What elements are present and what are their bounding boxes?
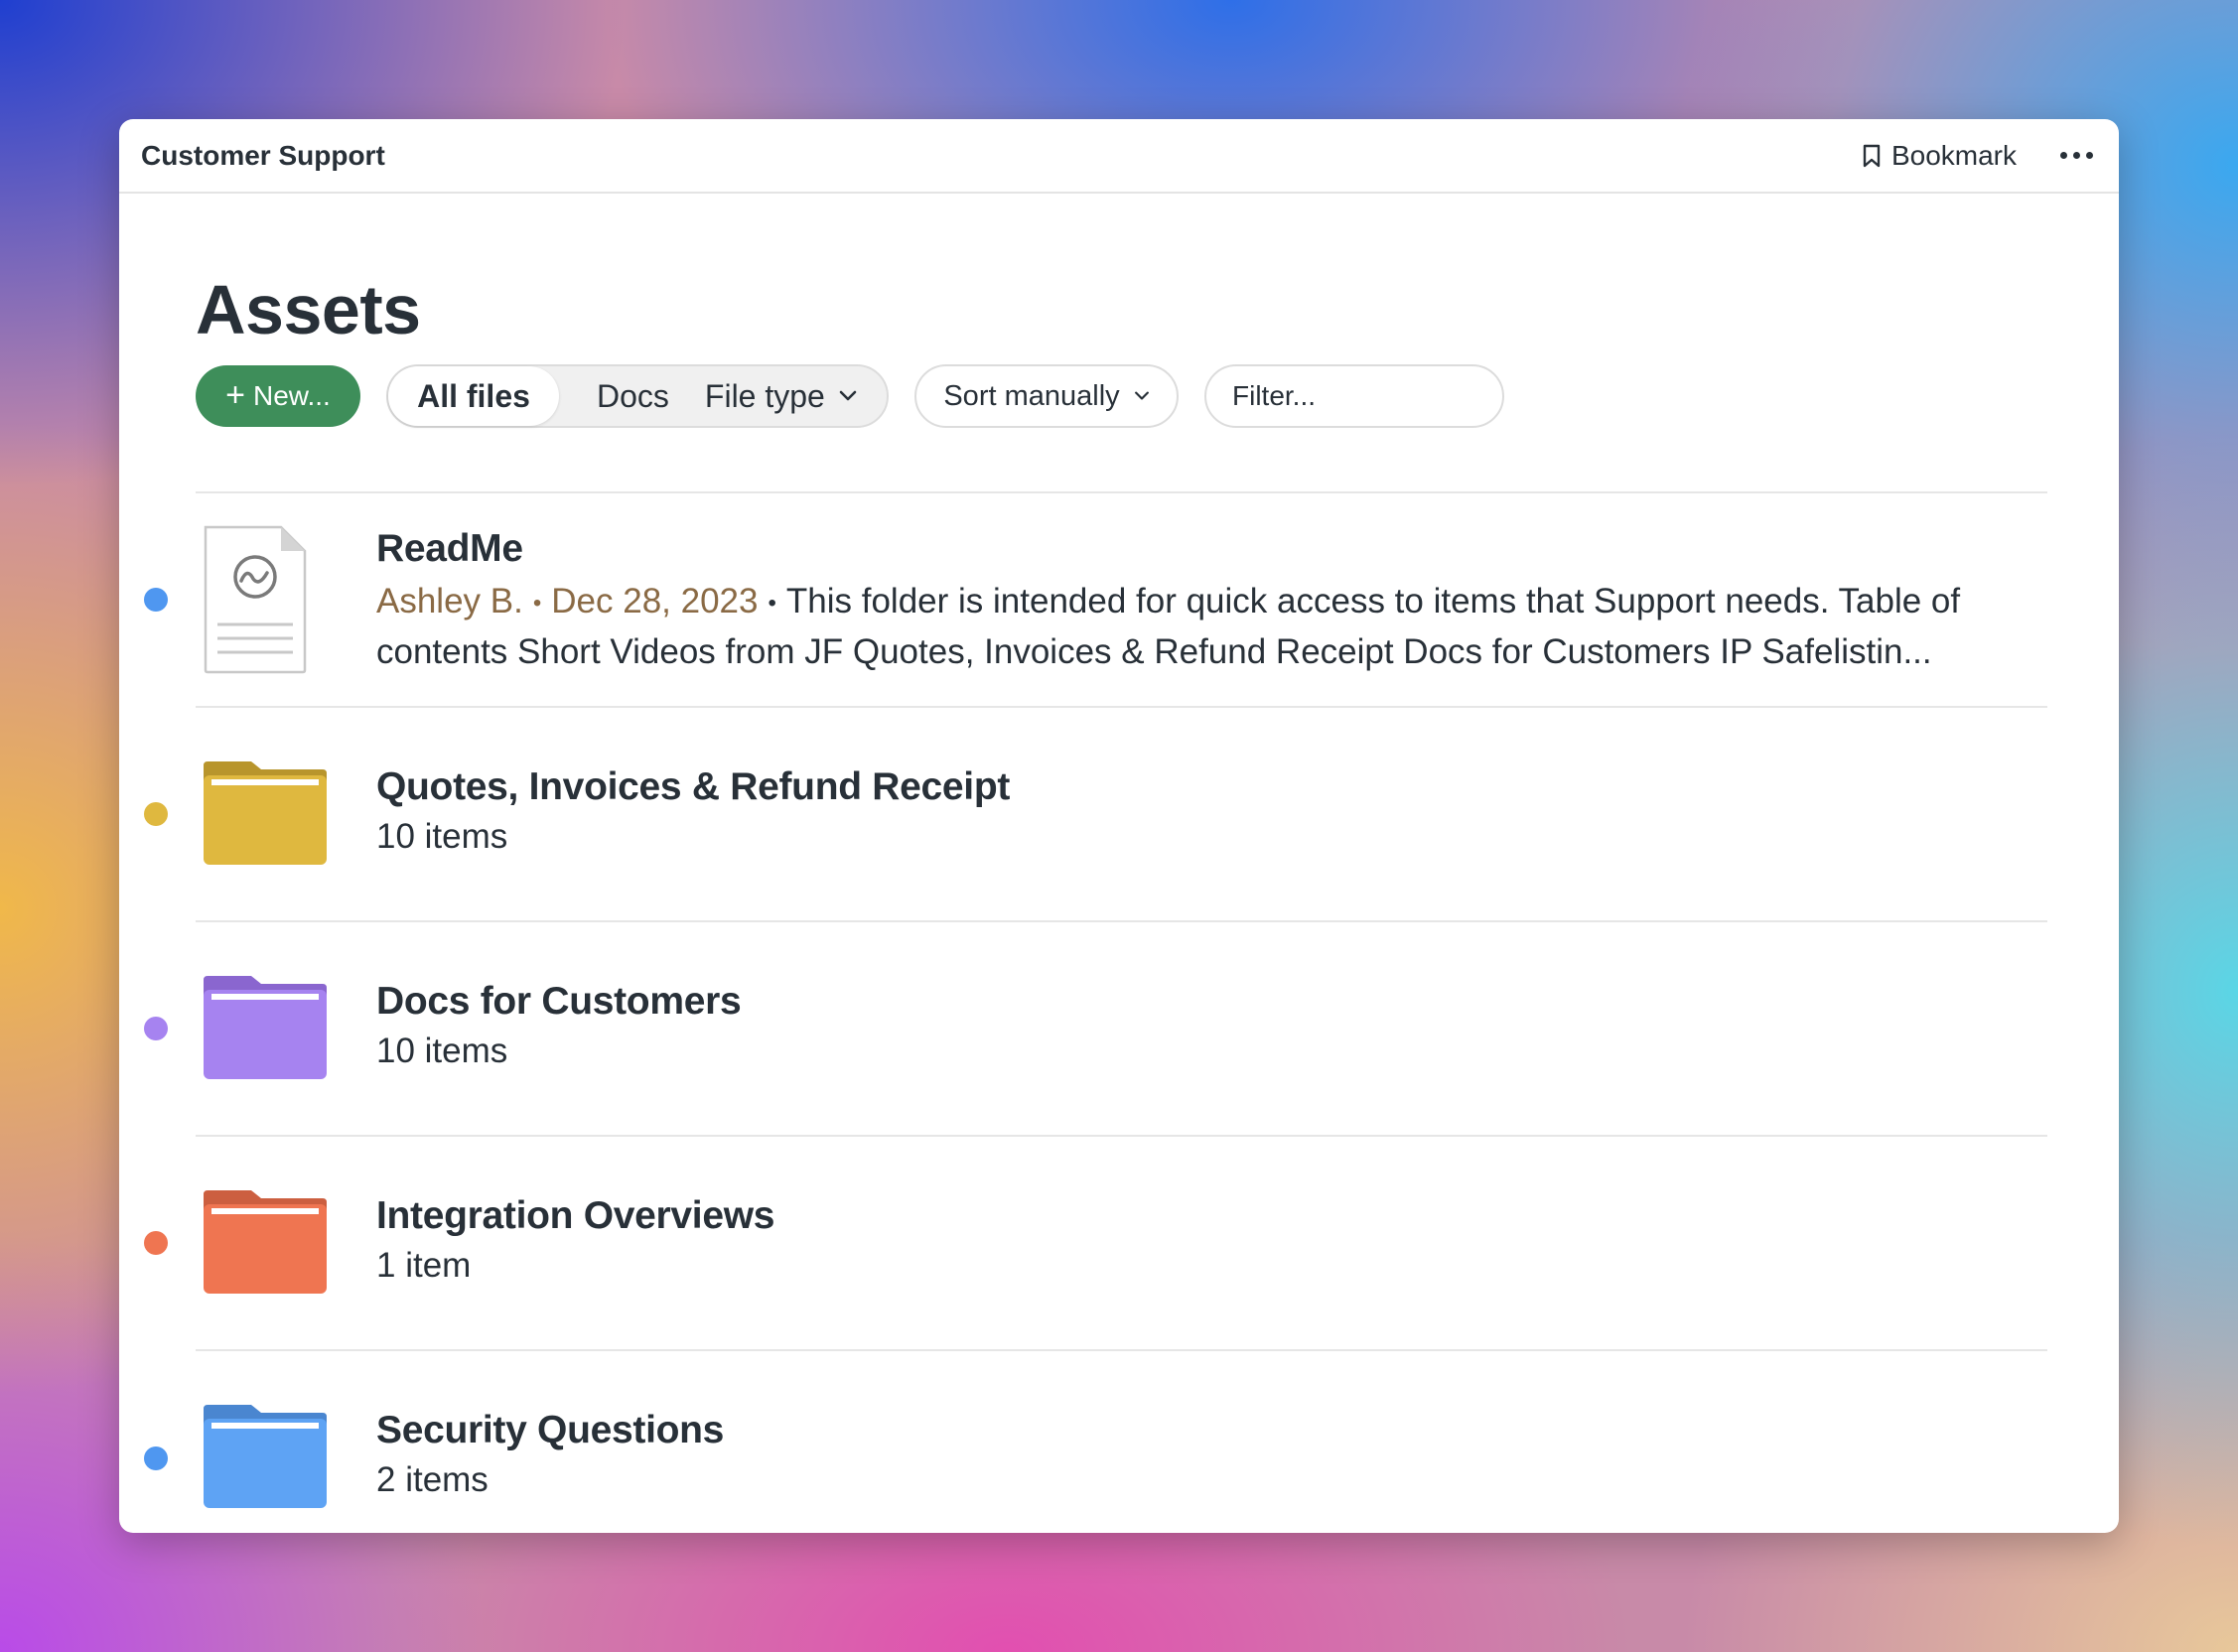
item-name: Quotes, Invoices & Refund Receipt [376, 765, 1011, 808]
item-count: 10 items [376, 1032, 508, 1070]
item-name: ReadMe [376, 527, 523, 570]
document-icon [204, 525, 307, 674]
new-button-label: New... [253, 380, 331, 411]
bookmark-label: Bookmark [1890, 139, 2017, 171]
color-dot [144, 1446, 168, 1470]
readme-description: Ashley B. • Dec 28, 2023 • This folder is in… [376, 582, 1961, 672]
color-dot [144, 588, 168, 612]
color-dot [144, 802, 168, 826]
sort-dropdown[interactable]: Sort manually [914, 364, 1179, 428]
list-item-folder[interactable]: Docs for Customers 10 items [144, 922, 2047, 1137]
folder-icon [204, 976, 327, 1079]
segment-all-files[interactable]: All files [388, 366, 559, 426]
list-item-readme[interactable]: ReadMe Ashley B. • Dec 28, 2023 • This folde… [144, 493, 2047, 708]
title-bar-actions: Bookmark [1862, 140, 2097, 172]
new-button[interactable]: + New... [196, 365, 360, 427]
main-content: Assets + New... All files Docs File type… [119, 275, 2119, 1533]
chevron-down-icon [839, 390, 857, 401]
filter-input[interactable] [1204, 364, 1504, 428]
segment-docs[interactable]: Docs [597, 366, 669, 426]
title-bar: Customer Support Bookmark [119, 119, 2119, 194]
project-title[interactable]: Customer Support [141, 140, 385, 172]
plus-icon: + [225, 375, 246, 414]
chevron-down-icon [1134, 391, 1149, 400]
folder-icon [204, 1190, 327, 1294]
list-item-folder[interactable]: Security Questions 2 items [144, 1351, 2047, 1533]
assets-list: ReadMe Ashley B. • Dec 28, 2023 • This folde… [144, 491, 2047, 1533]
folder-text: Quotes, Invoices & Refund Receipt 10 ite… [376, 765, 2018, 857]
page-title: Assets [196, 271, 421, 348]
item-count: 1 item [376, 1246, 472, 1285]
segment-file-type[interactable]: File type [705, 366, 857, 426]
author: Ashley B. [376, 582, 523, 620]
list-item-folder[interactable]: Quotes, Invoices & Refund Receipt 10 ite… [144, 708, 2047, 922]
color-dot [144, 1017, 168, 1040]
sort-label: Sort manually [943, 379, 1120, 412]
more-options-icon[interactable] [2056, 146, 2097, 165]
item-name: Docs for Customers [376, 980, 742, 1023]
list-item-folder[interactable]: Integration Overviews 1 item [144, 1137, 2047, 1351]
color-dot [144, 1231, 168, 1255]
folder-icon [204, 1405, 327, 1508]
folder-icon [204, 761, 327, 865]
item-name: Security Questions [376, 1409, 725, 1451]
bookmark-icon [1863, 144, 1881, 167]
date: Dec 28, 2023 [551, 582, 759, 620]
folder-text: Security Questions 2 items [376, 1409, 2018, 1500]
folder-text: Integration Overviews 1 item [376, 1194, 2018, 1286]
readme-text: ReadMe Ashley B. • Dec 28, 2023 • This folde… [376, 527, 2018, 676]
file-type-label: File type [704, 377, 825, 414]
item-count: 10 items [376, 817, 508, 856]
item-count: 2 items [376, 1460, 489, 1499]
app-window: Customer Support Bookmark Assets + New..… [119, 119, 2119, 1533]
file-view-segmented-control: All files Docs File type [386, 364, 889, 428]
bookmark-button[interactable]: Bookmark [1862, 140, 2017, 172]
folder-text: Docs for Customers 10 items [376, 980, 2018, 1071]
toolbar: + New... All files Docs File type Sort m… [196, 364, 2047, 428]
item-name: Integration Overviews [376, 1194, 775, 1237]
